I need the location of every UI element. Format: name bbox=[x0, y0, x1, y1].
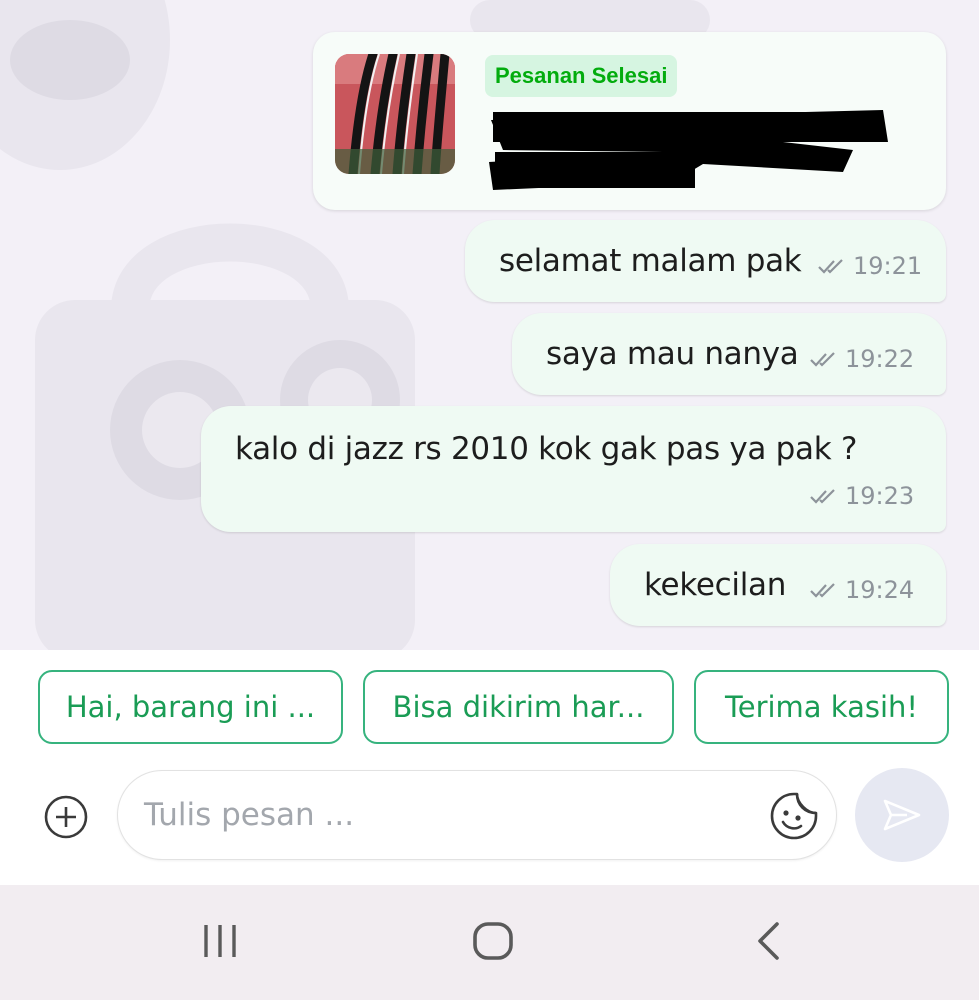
plus-circle-icon[interactable] bbox=[43, 794, 89, 840]
double-check-icon bbox=[810, 352, 835, 367]
redacted-product-name bbox=[489, 110, 888, 190]
chat-area: Pesanan Selesai selamat malam pak 19:21 … bbox=[0, 0, 979, 650]
product-thumbnail bbox=[335, 54, 455, 174]
double-check-icon bbox=[810, 489, 835, 504]
chat-message-3: kalo di jazz rs 2010 kok gak pas ya pak … bbox=[201, 406, 946, 532]
composer-area: Hai, barang ini ... Bisa dikirim har... … bbox=[0, 650, 979, 885]
quick-reply-chip[interactable]: Terima kasih! bbox=[694, 670, 949, 744]
message-text: kekecilan bbox=[644, 567, 787, 603]
home-icon[interactable] bbox=[472, 921, 514, 961]
message-time: 19:24 bbox=[845, 576, 915, 604]
system-navigation-bar bbox=[0, 885, 979, 1000]
order-status-badge: Pesanan Selesai bbox=[485, 55, 678, 97]
message-meta: 19:23 bbox=[809, 482, 914, 510]
double-check-icon bbox=[818, 259, 843, 274]
send-icon bbox=[883, 799, 921, 831]
message-meta: 19:21 bbox=[817, 252, 922, 280]
message-time: 19:23 bbox=[845, 482, 915, 510]
chat-message-1: selamat malam pak 19:21 bbox=[465, 220, 946, 302]
back-icon[interactable] bbox=[755, 921, 781, 961]
quick-reply-chip[interactable]: Bisa dikirim har... bbox=[363, 670, 674, 744]
message-meta: 19:22 bbox=[809, 345, 914, 373]
message-input[interactable]: Tulis pesan ... bbox=[117, 770, 837, 860]
message-meta: 19:24 bbox=[809, 576, 914, 604]
chat-message-4: kekecilan 19:24 bbox=[610, 544, 946, 626]
double-check-icon bbox=[810, 583, 835, 598]
recents-icon[interactable] bbox=[200, 923, 240, 959]
message-time: 19:21 bbox=[853, 252, 923, 280]
message-text: selamat malam pak bbox=[499, 243, 802, 279]
quick-reply-chip[interactable]: Hai, barang ini ... bbox=[38, 670, 343, 744]
message-text: saya mau nanya bbox=[546, 336, 799, 372]
message-input-placeholder: Tulis pesan ... bbox=[144, 797, 355, 833]
send-button[interactable] bbox=[855, 768, 949, 862]
message-time: 19:22 bbox=[845, 345, 915, 373]
order-card[interactable]: Pesanan Selesai bbox=[313, 32, 946, 210]
sticker-icon[interactable] bbox=[769, 791, 819, 841]
chat-message-2: saya mau nanya 19:22 bbox=[512, 313, 946, 395]
message-text: kalo di jazz rs 2010 kok gak pas ya pak … bbox=[235, 431, 858, 467]
